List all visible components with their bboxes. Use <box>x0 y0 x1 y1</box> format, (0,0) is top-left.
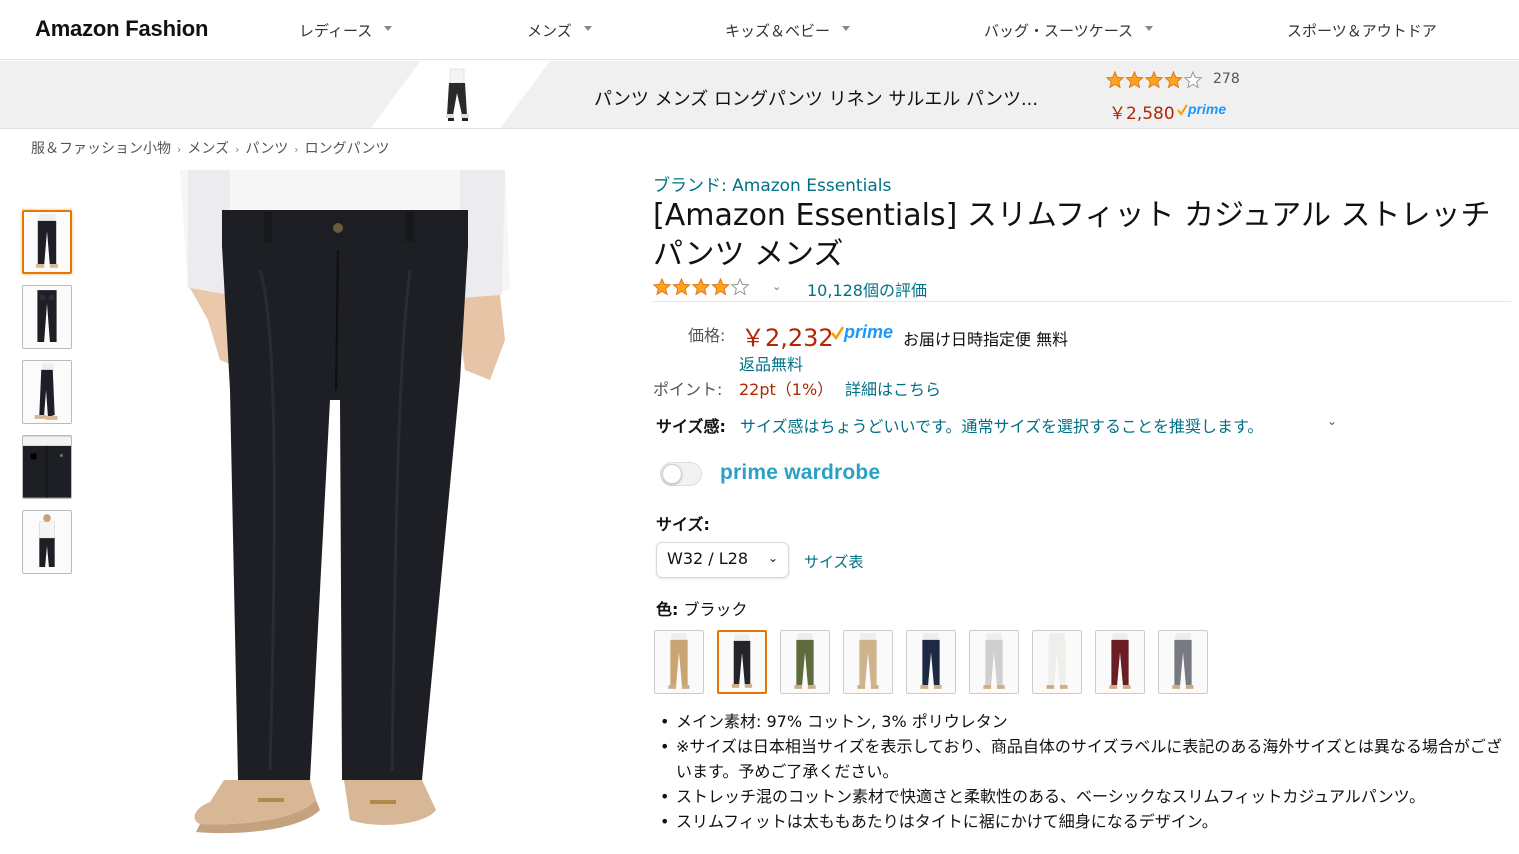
size-select[interactable]: W32 / L28 ⌄ <box>656 542 789 578</box>
breadcrumb-item[interactable]: メンズ <box>187 141 229 157</box>
thumbnail-front[interactable] <box>22 210 72 274</box>
caret-down-icon <box>1144 26 1153 31</box>
star-empty-icon <box>1183 71 1203 89</box>
sponsored-rating-count[interactable]: 278 <box>1213 71 1240 87</box>
size-selected-value: W32 / L28 <box>667 549 749 568</box>
sponsored-price: ￥2,580 <box>1109 104 1175 124</box>
points-label: ポイント: <box>653 380 723 399</box>
chevron-right-icon: › <box>177 143 182 156</box>
chevron-down-icon[interactable]: ⌄ <box>1327 414 1337 428</box>
rating-stars-icon[interactable] <box>653 277 753 296</box>
points-value: 22pt（1%） <box>739 380 834 399</box>
chevron-down-icon: ⌄ <box>767 551 778 565</box>
thumbnail-model[interactable] <box>22 510 72 574</box>
color-swatch[interactable] <box>717 630 767 694</box>
main-product-image[interactable] <box>160 170 530 854</box>
caret-down-icon <box>384 26 393 31</box>
image-thumbnail-list <box>22 210 72 585</box>
free-returns-link[interactable]: 返品無料 <box>739 351 803 375</box>
nav-item-sports-outdoor[interactable]: スポーツ＆アウトドア <box>1287 20 1437 41</box>
ratings-count-link[interactable]: 10,128個の評価 <box>807 277 927 301</box>
brand-link[interactable]: ブランド: Amazon Essentials <box>653 171 891 196</box>
fit-label: サイズ感: <box>656 417 726 436</box>
prime-wardrobe-toggle[interactable] <box>660 462 702 486</box>
star-filled-icon <box>711 277 730 296</box>
color-value: ブラック <box>683 600 748 619</box>
price-value: ￥2,232 <box>741 324 834 352</box>
thumbnail-back[interactable] <box>22 285 72 349</box>
caret-down-icon <box>583 26 592 31</box>
amazon-fashion-logo[interactable]: Amazon Fashion <box>35 16 208 42</box>
svg-text:prime: prime <box>1187 101 1226 117</box>
feature-bullet: ストレッチ混のコットン素材で快適さと柔軟性のある、ベーシックなスリムフィットカジ… <box>660 784 1510 809</box>
points-details-link[interactable]: 詳細はこちら <box>845 376 941 400</box>
size-label: サイズ: <box>656 515 710 534</box>
sponsored-product-image[interactable] <box>437 67 477 125</box>
color-swatch[interactable] <box>654 630 704 694</box>
caret-down-icon <box>842 26 851 31</box>
breadcrumb-item[interactable]: パンツ <box>246 141 289 157</box>
fit-recommendation-link[interactable]: サイズ感はちょうどいいです。通常サイズを選択することを推奨します。 <box>740 413 1263 437</box>
price-label: 価格: <box>688 326 726 345</box>
svg-text:prime: prime <box>843 322 893 342</box>
product-title: [Amazon Essentials] スリムフィット カジュアル ストレッチ … <box>653 198 1491 272</box>
feature-bullet: ※サイズは日本相当サイズを表示しており、商品自体のサイズラベルに表記のある海外サ… <box>660 734 1510 784</box>
star-empty-icon <box>730 277 750 296</box>
prime-logo-icon: prime <box>830 322 900 348</box>
color-swatch[interactable] <box>1158 630 1208 694</box>
top-nav: Amazon Fashion レディース メンズ キッズ＆ベビー バッグ・スーツ… <box>0 0 1519 60</box>
divider <box>653 301 1511 302</box>
nav-item-ladies[interactable]: レディース <box>299 20 393 41</box>
sponsored-product-bar[interactable]: パンツ メンズ ロングパンツ リネン サルエル パンツ... 278 ￥2,58… <box>0 61 1519 129</box>
color-swatch[interactable] <box>969 630 1019 694</box>
thumbnail-detail[interactable] <box>22 435 72 499</box>
color-swatch[interactable] <box>843 630 893 694</box>
toggle-knob <box>662 464 682 484</box>
prime-wardrobe-logo: prime wardrobe <box>720 461 881 484</box>
nav-item-bags-suitcases[interactable]: バッグ・スーツケース <box>984 20 1153 41</box>
delivery-info: お届け日時指定便 無料 <box>903 330 1069 349</box>
star-filled-icon <box>1144 71 1164 89</box>
chevron-down-icon[interactable]: ⌄ <box>772 280 781 293</box>
star-filled-icon <box>653 277 672 296</box>
product-rating: ⌄ 10,128個の評価 <box>653 276 927 300</box>
feature-bullet: スリムフィットは太ももあたりはタイトに裾にかけて細身になるデザイン。 <box>660 809 1510 834</box>
nav-item-kids-baby[interactable]: キッズ＆ベビー <box>725 20 851 41</box>
breadcrumb-item[interactable]: 服＆ファッション小物 <box>31 141 171 157</box>
star-filled-icon <box>691 277 711 296</box>
breadcrumb: 服＆ファッション小物 › メンズ › パンツ › ロングパンツ <box>31 138 389 158</box>
color-swatch[interactable] <box>1032 630 1082 694</box>
thumbnail-side[interactable] <box>22 360 72 424</box>
star-filled-icon <box>672 277 691 296</box>
feature-bullet: メイン素材: 97% コットン, 3% ポリウレタン <box>660 709 1510 734</box>
chevron-right-icon: › <box>235 143 240 156</box>
sponsored-product-title[interactable]: パンツ メンズ ロングパンツ リネン サルエル パンツ... <box>594 85 1038 111</box>
nav-item-mens[interactable]: メンズ <box>527 20 592 41</box>
color-swatch[interactable] <box>906 630 956 694</box>
star-filled-icon <box>1106 71 1125 89</box>
color-swatch[interactable] <box>1095 630 1145 694</box>
chevron-right-icon: › <box>294 143 299 156</box>
size-chart-link[interactable]: サイズ表 <box>804 551 864 572</box>
color-swatch[interactable] <box>780 630 830 694</box>
star-filled-icon <box>1164 71 1183 89</box>
sponsored-rating-stars <box>1106 71 1203 89</box>
breadcrumb-item[interactable]: ロングパンツ <box>305 141 390 157</box>
color-label: 色: ブラック <box>656 600 748 619</box>
star-filled-icon <box>1125 71 1144 89</box>
feature-bullets: メイン素材: 97% コットン, 3% ポリウレタン ※サイズは日本相当サイズを… <box>660 709 1510 834</box>
prime-logo-icon: prime <box>1176 101 1236 123</box>
